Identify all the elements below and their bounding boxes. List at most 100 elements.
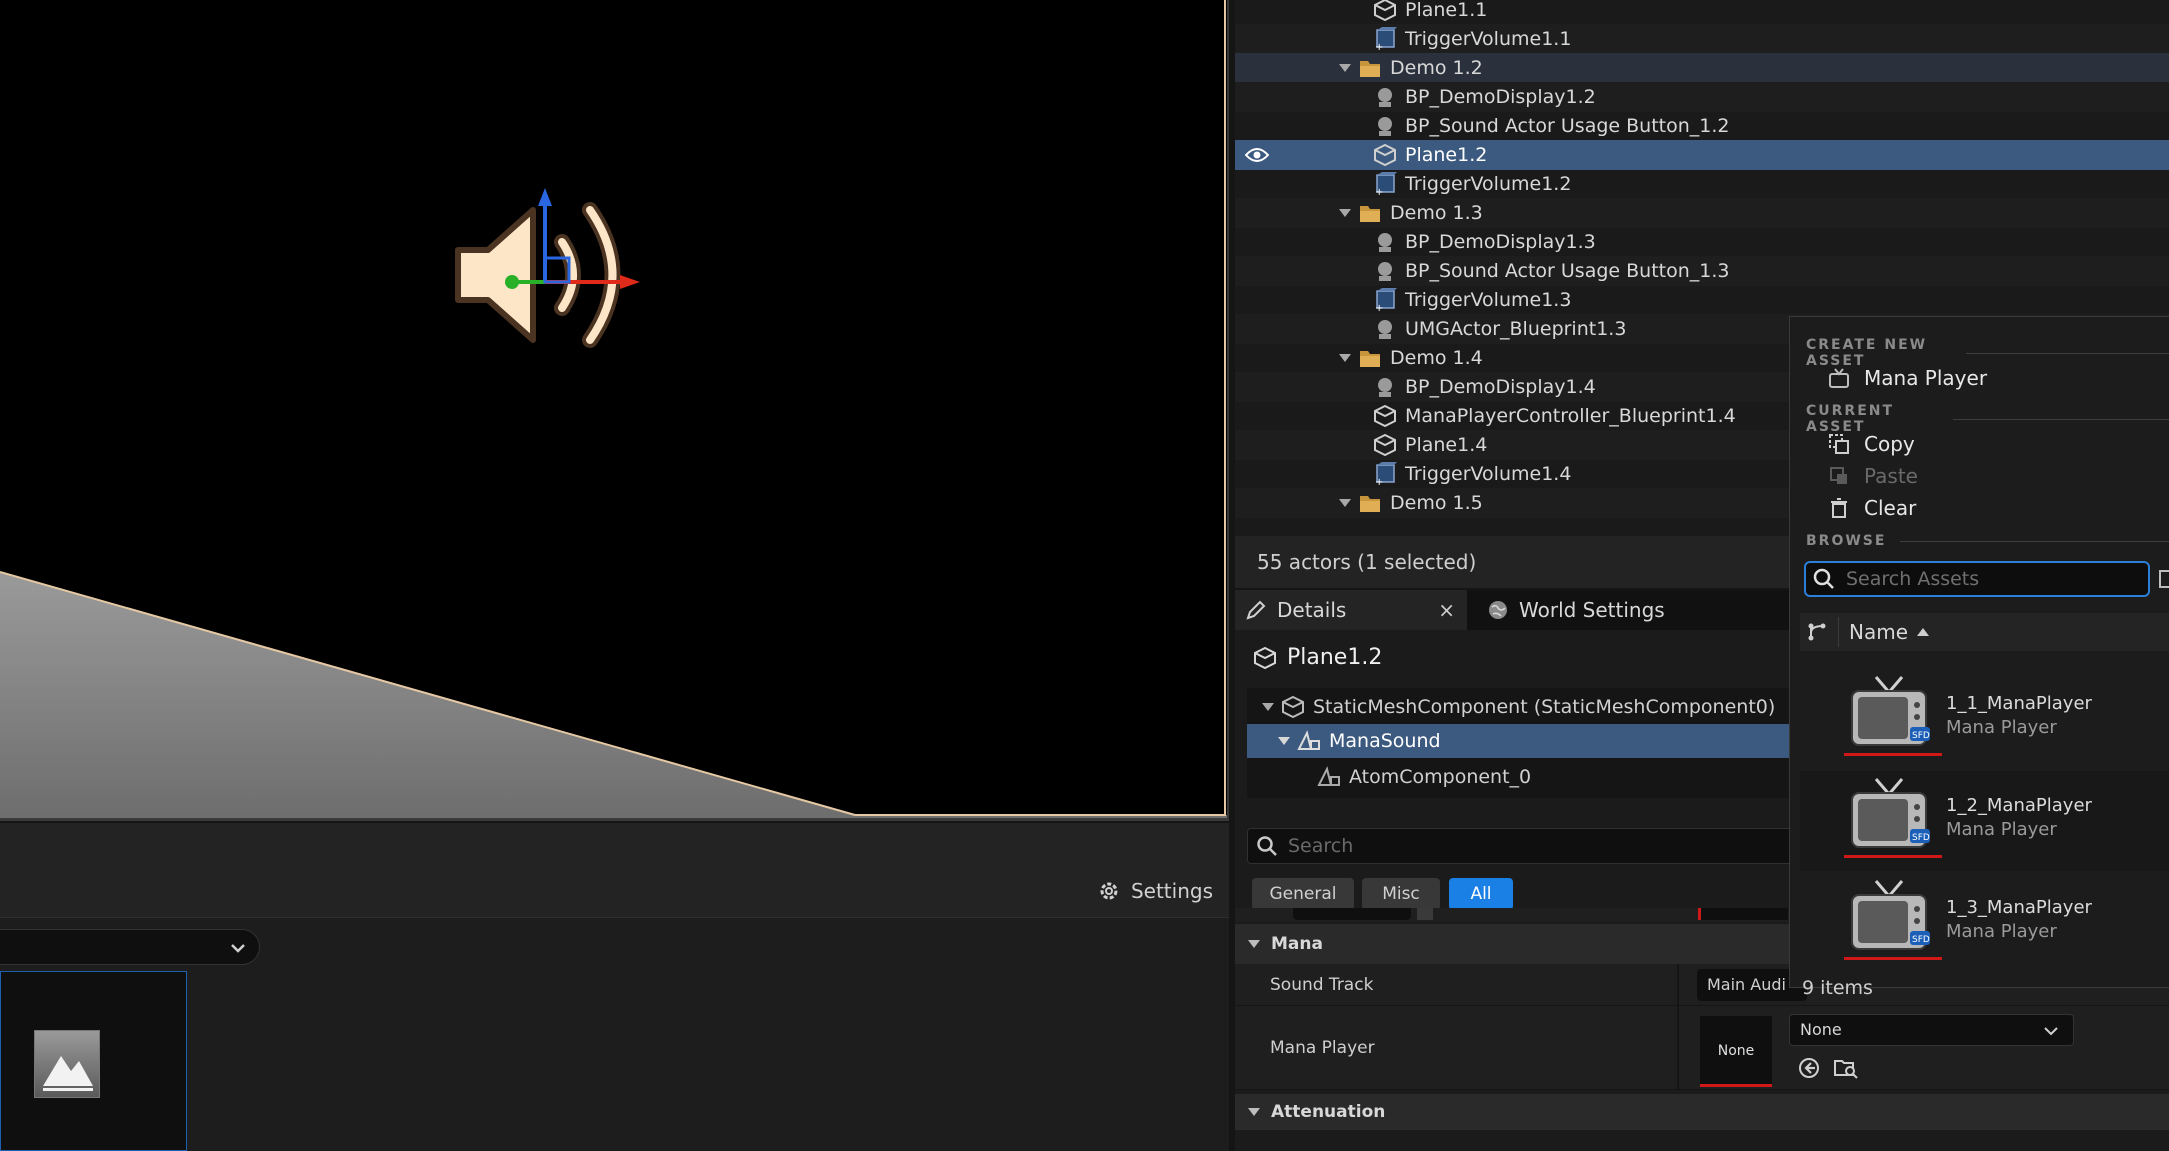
create-mana-player-menu-item[interactable]: Mana Player xyxy=(1828,363,1987,393)
outliner-row[interactable]: BP_Sound Actor Usage Button_1.3 xyxy=(1235,256,2169,286)
sfd-badge: SFD xyxy=(1912,935,1930,945)
folder-icon xyxy=(1360,351,1380,367)
pencil-icon xyxy=(1246,600,1266,620)
asset-type: Mana Player xyxy=(1946,819,2057,840)
actor-count-label: 55 actors (1 selected) xyxy=(1257,550,1477,574)
actor-icon xyxy=(1378,88,1392,107)
static-mesh-icon xyxy=(1254,646,1276,669)
tab-details[interactable]: Details × xyxy=(1235,590,1467,630)
copy-icon xyxy=(1829,434,1849,454)
outliner-row-label: BP_Sound Actor Usage Button_1.3 xyxy=(1405,260,1730,282)
outliner-row-label: TriggerVolume1.2 xyxy=(1405,173,1572,195)
sound-speaker-icon[interactable] xyxy=(440,180,660,370)
mana-player-dropdown-value: None xyxy=(1800,1020,1842,1039)
property-mana-player: Mana Player None None xyxy=(1235,1006,2169,1090)
outliner-row[interactable]: BP_DemoDisplay1.2 xyxy=(1235,82,2169,112)
paste-menu-item[interactable]: Paste xyxy=(1828,461,1918,491)
settings-button[interactable]: Settings xyxy=(1097,873,1213,909)
level-viewport[interactable] xyxy=(0,0,1229,821)
outliner-row[interactable]: + TriggerVolume1.1 xyxy=(1235,24,2169,54)
expand-arrow-icon[interactable] xyxy=(1338,496,1352,510)
sfd-badge: SFD xyxy=(1912,833,1930,843)
outliner-row[interactable]: BP_DemoDisplay1.3 xyxy=(1235,227,2169,257)
component-label: ManaSound xyxy=(1329,730,1441,752)
clear-menu-item[interactable]: Clear xyxy=(1828,493,1916,523)
actor-icon xyxy=(1378,378,1392,397)
component-label: AtomComponent_0 xyxy=(1349,766,1532,788)
filter-icon[interactable] xyxy=(2158,569,2169,589)
mana-player-thumbnail[interactable]: None xyxy=(1700,1016,1772,1086)
item-count-label: 9 items xyxy=(1802,977,1873,999)
asset-type: Mana Player xyxy=(1946,717,2057,738)
category-attenuation[interactable]: Attenuation xyxy=(1235,1094,2169,1130)
outliner-row-label: ManaPlayerController_Blueprint1.4 xyxy=(1405,405,1736,427)
category-attenuation-label: Attenuation xyxy=(1271,1102,1386,1122)
outliner-row[interactable]: Plane1.1 xyxy=(1235,0,2169,25)
globe-icon xyxy=(1489,601,1507,619)
svg-text:+: + xyxy=(1375,477,1383,486)
tv-thumbnail-icon: SFD xyxy=(1851,676,1930,746)
collapse-arrow-icon xyxy=(1248,940,1260,948)
search-assets-input[interactable]: Search Assets xyxy=(1804,561,2150,597)
content-toolbar: Settings xyxy=(0,823,1229,918)
tab-details-label: Details xyxy=(1277,598,1347,622)
collapse-arrow-icon xyxy=(1248,1108,1260,1116)
folder-icon xyxy=(1360,61,1380,77)
outliner-row[interactable]: + TriggerVolume1.2 xyxy=(1235,169,2169,199)
asset-name: 1_1_ManaPlayer xyxy=(1946,693,2092,714)
svg-text:+: + xyxy=(1375,42,1383,51)
trash-icon xyxy=(1831,498,1847,518)
actor-icon xyxy=(1378,320,1392,339)
outliner-row-label: BP_Sound Actor Usage Button_1.2 xyxy=(1405,115,1730,137)
sort-ascending-icon[interactable] xyxy=(1916,625,1930,639)
tv-thumbnail-icon: SFD xyxy=(1851,778,1930,848)
name-column-header[interactable]: Name xyxy=(1849,620,1908,644)
outliner-row-label: TriggerVolume1.1 xyxy=(1405,28,1572,50)
static-mesh-icon xyxy=(1374,404,1396,428)
tab-world-settings[interactable]: World Settings xyxy=(1477,590,1737,630)
trigger-volume-icon: + xyxy=(1375,27,1397,51)
close-tab-icon[interactable]: × xyxy=(1438,598,1455,622)
path-dropdown[interactable] xyxy=(0,929,260,965)
property-name: Sound Track xyxy=(1270,975,1374,995)
outliner-folder-row[interactable]: Demo 1.3 xyxy=(1235,198,2169,228)
mana-player-dropdown[interactable]: None xyxy=(1789,1014,2074,1046)
expand-arrow-icon[interactable] xyxy=(1261,700,1275,714)
copy-menu-item[interactable]: Copy xyxy=(1828,429,1915,459)
svg-text:+: + xyxy=(1375,187,1383,196)
actor-icon xyxy=(1378,262,1392,281)
gear-icon xyxy=(1100,882,1118,900)
view-options-icon[interactable] xyxy=(1806,621,1828,643)
asset-list-item[interactable]: SFD 1_1_ManaPlayer Mana Player xyxy=(1800,669,2169,769)
filter-general-button[interactable]: General xyxy=(1252,878,1354,910)
tv-thumbnail-icon: SFD xyxy=(1851,880,1930,950)
expand-arrow-icon[interactable] xyxy=(1338,206,1352,220)
expand-arrow-icon[interactable] xyxy=(1338,61,1352,75)
outliner-row-label: BP_DemoDisplay1.3 xyxy=(1405,231,1596,253)
use-selected-asset-icon[interactable] xyxy=(1797,1056,1821,1080)
filter-misc-button[interactable]: Misc xyxy=(1362,878,1440,910)
trigger-volume-icon: + xyxy=(1375,462,1397,486)
outliner-row-label: Demo 1.2 xyxy=(1390,57,1483,79)
browse-asset-icon[interactable] xyxy=(1833,1056,1859,1080)
asset-list-item[interactable]: SFD 1_3_ManaPlayer Mana Player xyxy=(1800,873,2169,973)
category-mana-label: Mana xyxy=(1271,934,1323,954)
asset-list-item[interactable]: SFD 1_2_ManaPlayer Mana Player xyxy=(1800,771,2169,871)
filter-all-button[interactable]: All xyxy=(1449,878,1513,910)
outliner-row[interactable]: Plane1.2 xyxy=(1235,140,2169,170)
outliner-row[interactable]: + TriggerVolume1.3 xyxy=(1235,285,2169,315)
outliner-row-label: BP_DemoDisplay1.4 xyxy=(1405,376,1596,398)
expand-arrow-icon[interactable] xyxy=(1338,351,1352,365)
details-search-placeholder: Search xyxy=(1288,835,1354,857)
actor-icon xyxy=(1378,233,1392,252)
outliner-row-label: TriggerVolume1.3 xyxy=(1405,289,1572,311)
static-mesh-icon xyxy=(1374,0,1396,22)
expand-arrow-icon[interactable] xyxy=(1277,734,1291,748)
outliner-row[interactable]: BP_Sound Actor Usage Button_1.2 xyxy=(1235,111,2169,141)
trigger-volume-icon: + xyxy=(1375,288,1397,312)
outliner-folder-row[interactable]: Demo 1.2 xyxy=(1235,53,2169,83)
outliner-row-label: UMGActor_Blueprint1.3 xyxy=(1405,318,1627,340)
visibility-eye-icon[interactable] xyxy=(1245,144,1269,166)
outliner-row-label: BP_DemoDisplay1.2 xyxy=(1405,86,1596,108)
asset-type: Mana Player xyxy=(1946,921,2057,942)
